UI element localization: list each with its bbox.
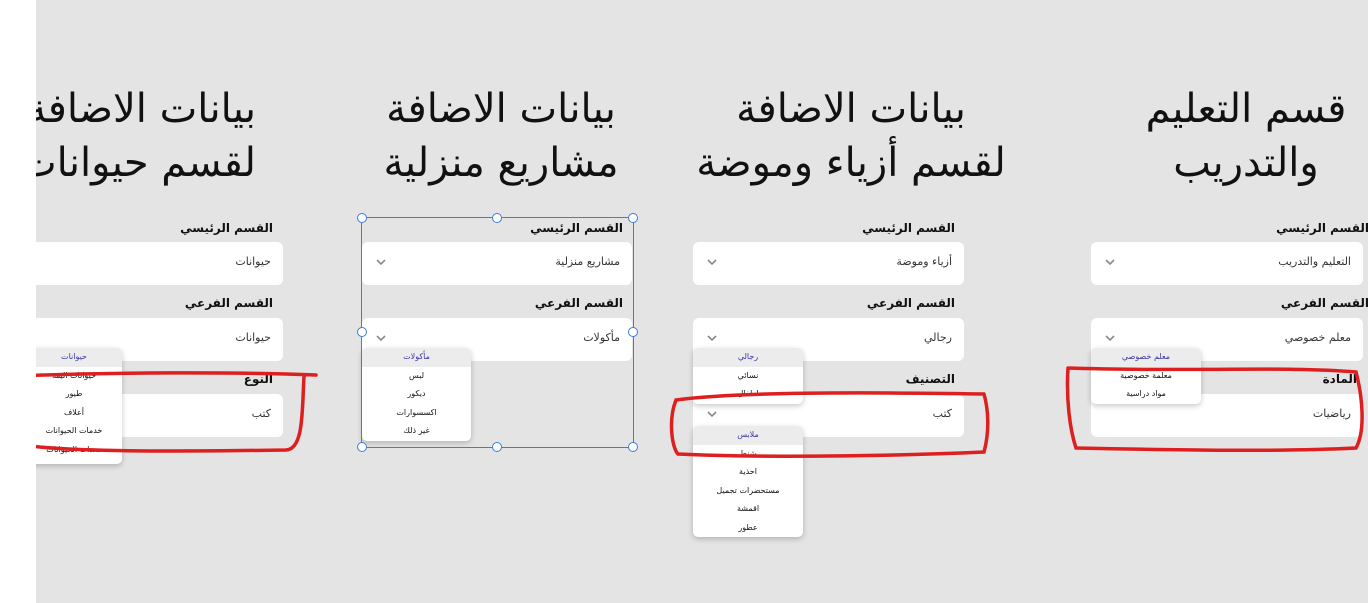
category-dropdown: ملابس شنط احذية مستحضرات تجميل اقمشة عطو… [693,426,803,537]
chevron-down-icon [376,335,386,342]
subject-value: رياضيات [1312,407,1351,420]
resize-handle[interactable] [492,442,502,452]
sub-section-label: القسم الفرعي [866,296,955,310]
resize-handle[interactable] [357,213,367,223]
chevron-down-icon [707,335,717,342]
main-section-select[interactable]: التعليم والتدريب [1091,242,1363,285]
subject-label: المادة [1322,372,1357,386]
sub-section-value: حيوانات [235,331,271,344]
main-section-label: القسم الرئيسي [180,221,273,235]
main-section-label: القسم الرئيسي [862,221,955,235]
dropdown-option[interactable]: طيور [36,385,122,404]
dropdown-option[interactable]: معدات الحيوانات [36,441,122,460]
sub-section-label: القسم الفرعي [1280,296,1368,310]
chevron-down-icon [1105,335,1115,342]
main-section-value: أزياء وموضة [896,255,952,268]
main-section-select[interactable]: مشاريع منزلية [362,242,632,285]
resize-handle[interactable] [628,213,638,223]
title-line-1: قسم التعليم [1145,86,1347,132]
title-line-2: لقسم أزياء وموضة [696,140,1006,186]
sub-section-dropdown: مأكولات لبس ديكور اكسسوارات غير ذلك [362,348,471,441]
dropdown-option[interactable]: عطور [693,519,803,538]
chevron-down-icon [707,411,717,418]
resize-handle[interactable] [357,327,367,337]
dropdown-option[interactable]: مستحضرات تجميل [693,482,803,501]
dropdown-option[interactable]: معلم خصوصي [1091,348,1201,367]
resize-handle[interactable] [492,213,502,223]
main-section-value: حيوانات [235,255,271,268]
dropdown-option[interactable]: خدمات الحيوانات [36,422,122,441]
dropdown-option[interactable]: احذية [693,463,803,482]
main-section-label: القسم الرئيسي [530,221,623,235]
resize-handle[interactable] [628,327,638,337]
resize-handle[interactable] [357,442,367,452]
dropdown-option[interactable]: حيوانات اليفة [36,367,122,386]
page-title-fashion: بيانات الاضافة لقسم أزياء وموضة [676,82,1026,190]
dropdown-option[interactable]: مأكولات [362,348,471,367]
dropdown-option[interactable]: شنط [693,445,803,464]
title-line-2: والتدريب [1173,140,1319,186]
resize-handle[interactable] [628,442,638,452]
dropdown-option[interactable]: اطفال [693,385,803,404]
dropdown-option[interactable]: معلمة خصوصية [1091,367,1201,386]
chevron-down-icon [376,259,386,266]
sub-section-value: معلم خصوصي [1284,331,1351,344]
type-value: كتب [251,407,271,420]
dropdown-option[interactable]: اقمشة [693,500,803,519]
title-line-2: لقسم حيوانات [36,140,256,186]
sub-section-label: القسم الفرعي [534,296,623,310]
chevron-down-icon [707,259,717,266]
type-label: النوع [243,372,273,386]
main-section-select[interactable]: أزياء وموضة [693,242,964,285]
chevron-down-icon [1105,259,1115,266]
dropdown-option[interactable]: لبس [362,367,471,386]
category-label: التصنيف [905,372,955,386]
page-title-animals: بيانات الاضافة لقسم حيوانات [36,82,256,190]
title-line-1: بيانات الاضافة [36,86,256,132]
main-section-value: التعليم والتدريب [1278,255,1351,268]
sub-section-value: مأكولات [583,331,620,344]
dropdown-option[interactable]: أعلاف [36,404,122,423]
page-title-home-projects: بيانات الاضافة مشاريع منزلية [356,82,646,190]
dropdown-option[interactable]: غير ذلك [362,422,471,441]
dropdown-option[interactable]: مواد دراسية [1091,385,1201,404]
dropdown-option[interactable]: اكسسوارات [362,404,471,423]
sub-section-value: رجالي [924,331,952,344]
sub-section-dropdown: معلم خصوصي معلمة خصوصية مواد دراسية [1091,348,1201,404]
page-title-education: قسم التعليم والتدريب [1106,82,1368,190]
sub-section-dropdown: رجالي نسائي اطفال [693,348,803,404]
dropdown-option[interactable]: ملابس [693,426,803,445]
title-line-1: بيانات الاضافة [386,86,616,132]
category-value: كتب [932,407,952,420]
sub-section-dropdown: حيوانات حيوانات اليفة طيور أعلاف خدمات ا… [36,348,122,464]
main-section-value: مشاريع منزلية [555,255,620,268]
main-section-label: القسم الرئيسي [1276,221,1368,235]
main-section-select[interactable]: حيوانات [36,242,283,285]
dropdown-option[interactable]: حيوانات [36,348,122,367]
design-canvas: قسم التعليم والتدريب القسم الرئيسي التعل… [36,0,1368,603]
title-line-2: مشاريع منزلية [383,140,619,186]
sub-section-label: القسم الفرعي [184,296,273,310]
dropdown-option[interactable]: ديكور [362,385,471,404]
title-line-1: بيانات الاضافة [736,86,966,132]
dropdown-option[interactable]: نسائي [693,367,803,386]
dropdown-option[interactable]: رجالي [693,348,803,367]
